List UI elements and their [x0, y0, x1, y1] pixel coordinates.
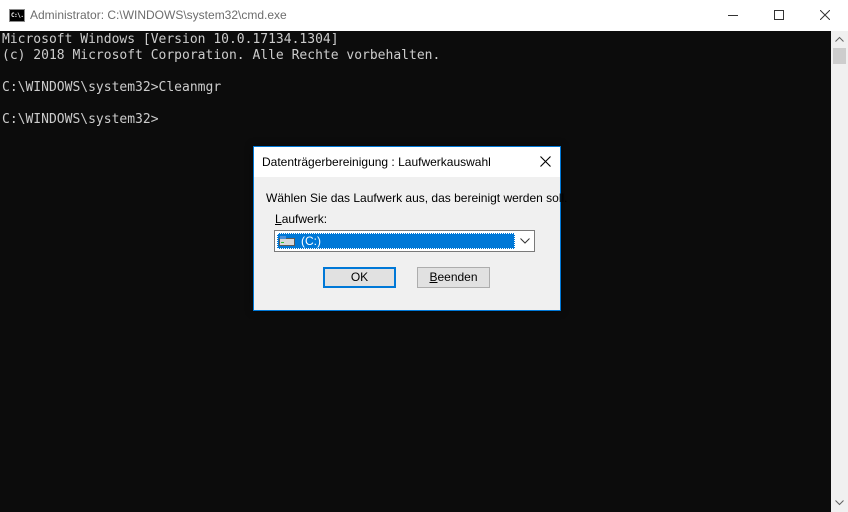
drive-selected-option[interactable]: (C:): [277, 233, 515, 249]
cmd-app-icon-text: C:\.: [11, 12, 24, 19]
scroll-down-button[interactable]: [831, 495, 848, 512]
drive-dropdown[interactable]: (C:): [274, 230, 535, 252]
console-line: C:\WINDOWS\system32>Cleanmgr: [2, 80, 222, 95]
drive-selection-dialog: Datenträgerbereinigung : Laufwerkauswahl…: [253, 146, 568, 311]
close-icon: [540, 156, 551, 167]
console-line: C:\WINDOWS\system32>: [2, 112, 159, 127]
scroll-up-button[interactable]: [831, 31, 848, 48]
dialog-title: Datenträgerbereinigung : Laufwerkauswahl: [262, 155, 491, 169]
dialog-titlebar: Datenträgerbereinigung : Laufwerkauswahl: [254, 147, 560, 177]
dialog-close-button[interactable]: [530, 147, 560, 177]
vertical-scrollbar[interactable]: [831, 31, 848, 512]
drive-selected-text: (C:): [301, 234, 321, 248]
cmd-app-icon[interactable]: C:\.: [9, 9, 25, 22]
window-titlebar: C:\. Administrator: C:\WINDOWS\system32\…: [0, 0, 848, 31]
dialog-message: Wählen Sie das Laufwerk aus, das bereini…: [266, 191, 568, 205]
minimize-button[interactable]: [710, 0, 756, 31]
drive-label-text: aufwerk:: [281, 212, 328, 226]
chevron-down-icon: [835, 500, 844, 506]
dropdown-arrow-icon: [520, 238, 530, 244]
maximize-button[interactable]: [756, 0, 802, 31]
close-icon: [820, 10, 830, 20]
console-line: (c) 2018 Microsoft Corporation. Alle Rec…: [2, 48, 441, 63]
drive-label-access-key: L: [275, 212, 282, 226]
ok-button[interactable]: OK: [323, 267, 396, 288]
minimize-icon: [728, 15, 738, 16]
drive-label: Laufwerk:: [275, 212, 327, 226]
dropdown-arrow-button[interactable]: [515, 231, 534, 251]
exit-button-label: eenden: [437, 270, 478, 284]
scroll-thumb[interactable]: [833, 48, 846, 64]
console-line: Microsoft Windows [Version 10.0.17134.13…: [2, 32, 339, 47]
close-button[interactable]: [802, 0, 848, 31]
exit-button[interactable]: Beenden: [417, 267, 490, 288]
window-title: Administrator: C:\WINDOWS\system32\cmd.e…: [30, 8, 287, 22]
drive-icon: [279, 236, 295, 246]
chevron-up-icon: [835, 36, 844, 42]
maximize-icon: [774, 10, 784, 20]
